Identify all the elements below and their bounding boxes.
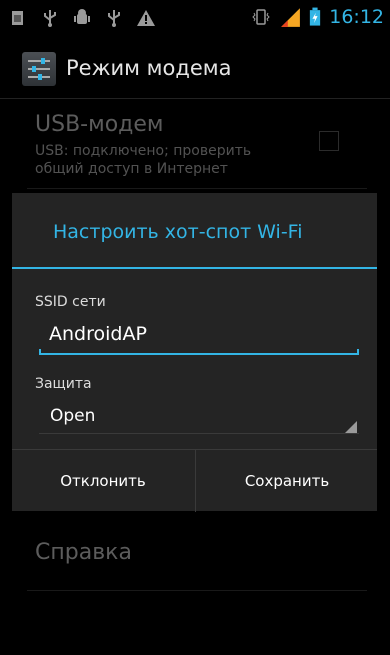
status-system-icons: 16:12 — [251, 6, 384, 28]
ssid-input-underline — [39, 349, 359, 355]
status-notification-icons — [8, 8, 156, 28]
action-bar: Режим модема — [0, 40, 390, 99]
status-bar: 16:12 — [0, 0, 390, 36]
android-debug-icon — [74, 9, 90, 24]
cancel-button[interactable]: Отклонить — [12, 450, 194, 512]
status-time: 16:12 — [329, 6, 384, 28]
spinner-dropdown-icon[interactable] — [345, 421, 357, 433]
dialog-button-bar: Отклонить Сохранить — [12, 449, 377, 512]
pref-help-title[interactable]: Справка — [35, 540, 132, 565]
settings-app-icon[interactable] — [22, 52, 56, 86]
pref-usb-summary-line1: USB: подключено; проверить — [35, 143, 252, 159]
usb-tethering-checkbox[interactable] — [319, 131, 339, 151]
usb-icon — [44, 10, 56, 27]
battery-icon — [310, 7, 321, 26]
divider — [27, 188, 367, 189]
signal-icon — [281, 8, 301, 27]
pref-usb-title: USB-модем — [35, 112, 164, 137]
dialog-title-divider — [12, 267, 377, 269]
save-button[interactable]: Сохранить — [195, 450, 378, 512]
usb-icon — [108, 10, 120, 27]
warning-icon — [137, 10, 155, 26]
vibrate-icon — [252, 9, 270, 25]
security-spinner[interactable]: Open — [50, 406, 95, 426]
sim-icon — [12, 11, 23, 25]
dialog-title: Настроить хот-спот Wi-Fi — [53, 221, 303, 243]
pref-usb-summary-line2: общий доступ в Интернет — [35, 161, 228, 177]
ssid-input[interactable]: AndroidAP — [49, 323, 147, 345]
wifi-hotspot-dialog: Настроить хот-спот Wi-Fi SSID сети Andro… — [12, 193, 377, 512]
security-spinner-underline — [39, 433, 359, 434]
sliders-icon — [28, 58, 50, 80]
ssid-label: SSID сети — [35, 294, 106, 310]
divider — [27, 590, 367, 591]
page-title: Режим модема — [66, 56, 232, 80]
security-label: Защита — [35, 376, 92, 392]
